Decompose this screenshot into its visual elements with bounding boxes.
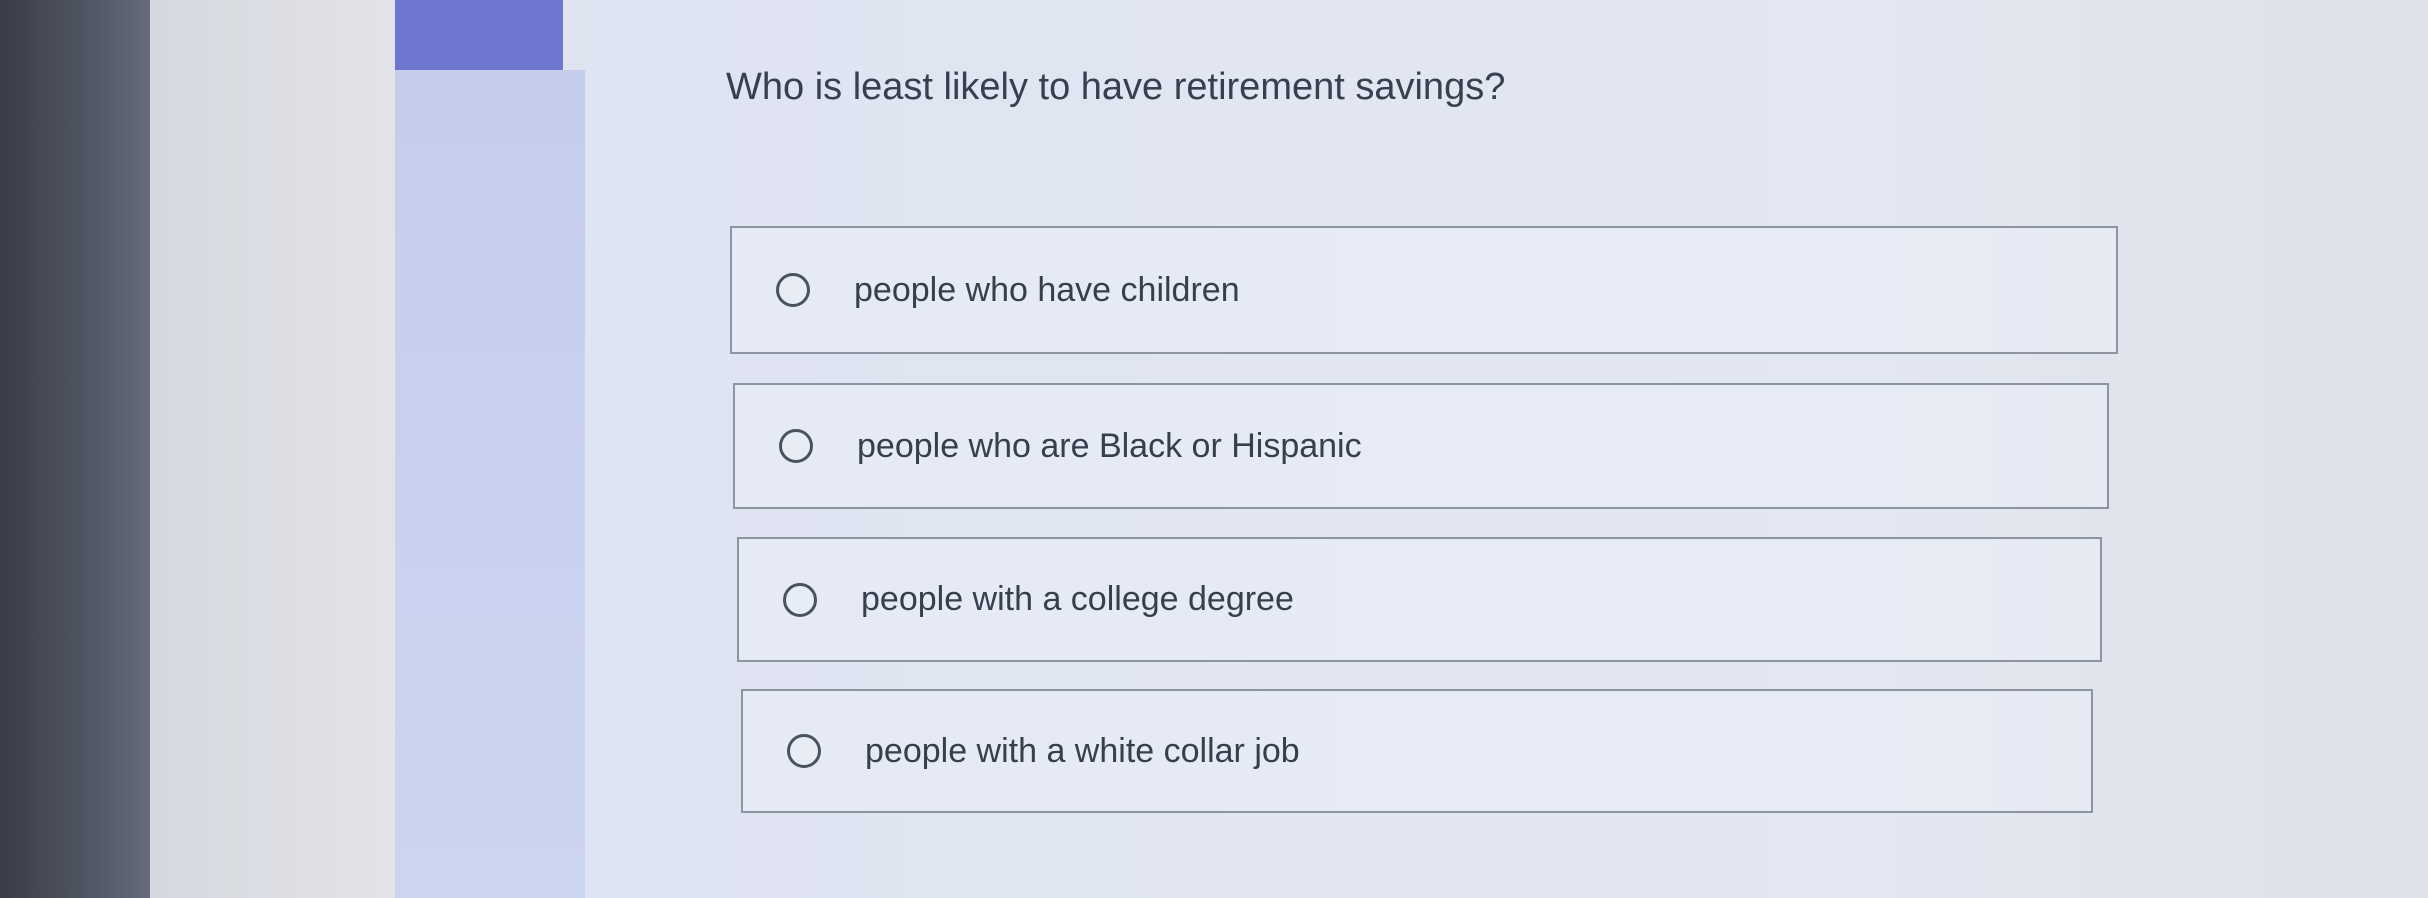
option-label: people with a college degree: [861, 580, 1294, 618]
option-label: people who have children: [854, 270, 1240, 309]
side-panel-accent: [395, 0, 563, 70]
answer-option-3[interactable]: people with a college degree: [737, 537, 2102, 662]
answer-option-4[interactable]: people with a white collar job: [741, 689, 2093, 813]
question-text: Who is least likely to have retirement s…: [726, 66, 1506, 108]
radio-button[interactable]: [783, 582, 817, 617]
option-label: people with a white collar job: [865, 731, 1300, 770]
radio-button[interactable]: [779, 429, 813, 463]
radio-button[interactable]: [776, 273, 810, 307]
answer-option-1[interactable]: people who have children: [730, 226, 2118, 354]
left-gutter: [150, 0, 420, 898]
radio-button[interactable]: [787, 734, 821, 768]
answer-option-2[interactable]: people who are Black or Hispanic: [733, 383, 2109, 509]
side-panel: [395, 70, 585, 898]
option-label: people who are Black or Hispanic: [857, 426, 1362, 465]
